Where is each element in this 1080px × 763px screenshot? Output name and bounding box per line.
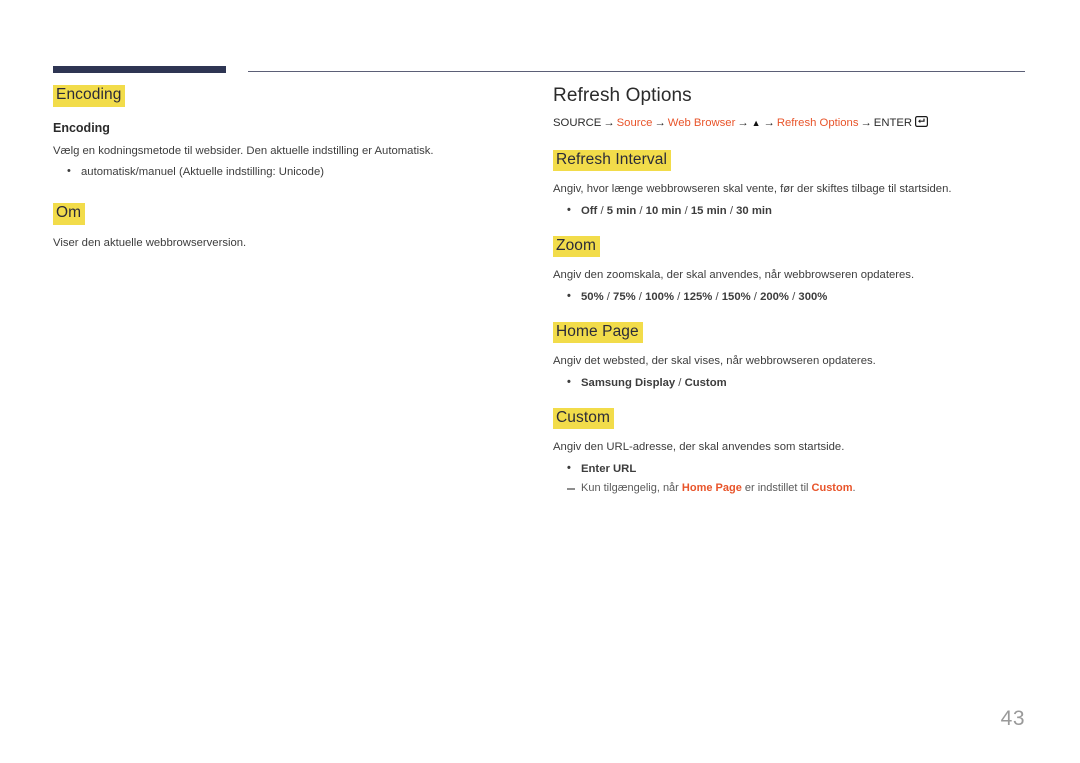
- page-header-rules: [0, 66, 1080, 78]
- option-value: 125%: [683, 290, 713, 303]
- note-text: Kun tilgængelig, når: [581, 482, 682, 495]
- section-zoom: Zoom Angiv den zoomskala, der skal anven…: [553, 235, 1025, 306]
- option-value: 75%: [613, 290, 636, 303]
- breadcrumb-source-link: Source: [616, 117, 653, 129]
- breadcrumb-arrow-icon: →: [860, 117, 872, 129]
- note-accent-custom: Custom: [811, 482, 853, 495]
- list-item: Enter URL: [553, 460, 1025, 478]
- refresh-interval-description: Angiv, hvor længe webbrowseren skal vent…: [553, 183, 952, 196]
- header-rule-thick: [53, 66, 226, 73]
- note-text: er indstillet til: [741, 482, 812, 495]
- section-home-page: Home Page Angiv det websted, der skal vi…: [553, 321, 1025, 392]
- heading-zoom-block: Zoom: [553, 235, 1025, 258]
- section-custom: Custom Angiv den URL-adresse, der skal a…: [553, 407, 1025, 498]
- left-column: Encoding Encoding Vælg en kodningsmetode…: [53, 85, 513, 256]
- home-page-options: Samsung Display / Custom: [553, 374, 1025, 392]
- heading-om: Om: [53, 202, 86, 225]
- option-value: Enter URL: [581, 462, 637, 475]
- option-value: 100%: [645, 290, 674, 303]
- left-heading-om-block: Om: [53, 202, 513, 225]
- up-triangle-icon: ▲: [751, 118, 761, 128]
- list-item: automatisk/manuel (Aktuelle indstilling:…: [53, 163, 513, 181]
- breadcrumb: SOURCE → Source → Web Browser → ▲ → Refresh Opti…: [553, 116, 1025, 132]
- heading-refresh-interval: Refresh Interval: [553, 149, 672, 172]
- option-value: 30 min: [736, 204, 772, 217]
- option-value: 50%: [581, 290, 604, 303]
- list-item: Off / 5 min / 10 min / 15 min / 30 min: [553, 202, 1025, 220]
- option-value: 5 min: [606, 204, 637, 217]
- breadcrumb-source-key: SOURCE: [553, 117, 602, 129]
- refresh-interval-options: Off / 5 min / 10 min / 15 min / 30 min: [553, 202, 1025, 220]
- option-value: 300%: [798, 290, 828, 303]
- heading-encoding: Encoding: [53, 85, 126, 107]
- zoom-options: 50% / 75% / 100% / 125% / 150% / 200% / …: [553, 288, 1025, 306]
- option-value: 200%: [760, 290, 789, 303]
- heading-zoom: Zoom: [553, 235, 601, 258]
- encoding-bullet-list: automatisk/manuel (Aktuelle indstilling:…: [53, 163, 513, 181]
- heading-custom-block: Custom: [553, 407, 1025, 430]
- option-value: 15 min: [690, 204, 727, 217]
- left-heading-encoding-block: Encoding: [53, 85, 513, 107]
- option-value: Custom: [684, 376, 727, 389]
- right-column: Refresh Options SOURCE → Source → Web Browse…: [553, 85, 1025, 497]
- note-text: .: [852, 482, 856, 495]
- zoom-description: Angiv den zoomskala, der skal anvendes, …: [553, 269, 915, 282]
- custom-options: Enter URL: [553, 460, 1025, 478]
- option-value: Samsung Display: [581, 376, 676, 389]
- breadcrumb-web-browser: Web Browser: [667, 117, 736, 129]
- encoding-description: Vælg en kodningsmetode til websider. Den…: [53, 144, 434, 157]
- option-value: Off: [581, 204, 598, 217]
- breadcrumb-arrow-icon: →: [763, 117, 775, 129]
- breadcrumb-refresh-options: Refresh Options: [776, 117, 859, 129]
- subheading-encoding: Encoding: [53, 120, 110, 135]
- option-value: 10 min: [645, 204, 682, 217]
- breadcrumb-arrow-icon: →: [654, 117, 666, 129]
- breadcrumb-arrow-icon: →: [603, 117, 615, 129]
- custom-description: Angiv den URL-adresse, der skal anvendes…: [553, 441, 845, 454]
- heading-refresh-interval-block: Refresh Interval: [553, 149, 1025, 172]
- custom-note: Kun tilgængelig, når Home Page er indsti…: [553, 481, 1025, 497]
- heading-home-page: Home Page: [553, 321, 643, 344]
- section-refresh-interval: Refresh Interval Angiv, hvor længe webbr…: [553, 149, 1025, 220]
- om-description: Viser den aktuelle webbrowserversion.: [53, 236, 247, 249]
- page-title: Refresh Options: [553, 85, 692, 106]
- breadcrumb-enter-label: ENTER: [873, 117, 913, 129]
- enter-key-icon: [915, 116, 929, 128]
- heading-home-page-block: Home Page: [553, 321, 1025, 344]
- list-item: Samsung Display / Custom: [553, 374, 1025, 392]
- option-value: 150%: [721, 290, 751, 303]
- header-rule-thin: [248, 71, 1025, 72]
- heading-custom: Custom: [553, 407, 615, 430]
- breadcrumb-arrow-icon: →: [737, 117, 749, 129]
- note-accent-home-page: Home Page: [681, 482, 742, 495]
- page-number: 43: [1000, 707, 1025, 730]
- list-item: 50% / 75% / 100% / 125% / 150% / 200% / …: [553, 288, 1025, 306]
- home-page-description: Angiv det websted, der skal vises, når w…: [553, 355, 876, 368]
